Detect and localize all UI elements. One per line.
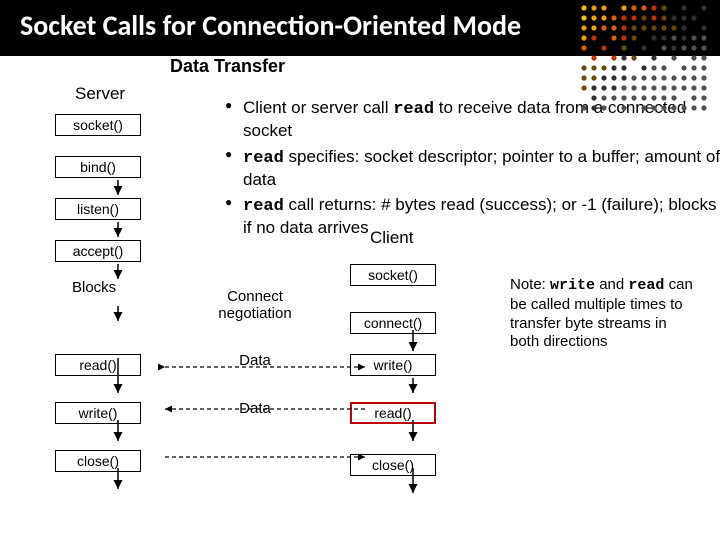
client-write-box: write() bbox=[350, 354, 436, 376]
note-text: Note: write and read can be called multi… bbox=[510, 276, 700, 352]
bullet-list: Client or server call read to receive da… bbox=[185, 97, 720, 243]
decorative-dot-grid bbox=[580, 4, 710, 114]
client-connect-box: connect() bbox=[350, 312, 436, 334]
server-accept-box: accept() bbox=[55, 240, 141, 262]
keyword-read: read bbox=[243, 149, 284, 168]
bullet-3: read call returns: # bytes read (success… bbox=[225, 194, 720, 239]
content-area: Data Transfer Client or server call read… bbox=[0, 56, 720, 504]
server-label: Server bbox=[75, 84, 125, 104]
bullet-2: read specifies: socket descriptor; point… bbox=[225, 146, 720, 191]
blocks-label: Blocks bbox=[72, 279, 116, 296]
client-close-box: close() bbox=[350, 454, 436, 476]
server-read-box: read() bbox=[55, 354, 141, 376]
section-heading: Data Transfer bbox=[170, 56, 285, 77]
client-socket-box: socket() bbox=[350, 264, 436, 286]
data-label-2: Data bbox=[195, 400, 315, 417]
server-close-box: close() bbox=[55, 450, 141, 472]
server-bind-box: bind() bbox=[55, 156, 141, 178]
data-label-1: Data bbox=[195, 352, 315, 369]
server-socket-box: socket() bbox=[55, 114, 141, 136]
server-write-box: write() bbox=[55, 402, 141, 424]
keyword-read: read bbox=[393, 100, 434, 119]
client-label: Client bbox=[370, 228, 413, 248]
client-read-box: read() bbox=[350, 402, 436, 424]
keyword-read: read bbox=[243, 197, 284, 216]
connect-negotiation-label: Connect negotiation bbox=[195, 288, 315, 322]
server-listen-box: listen() bbox=[55, 198, 141, 220]
